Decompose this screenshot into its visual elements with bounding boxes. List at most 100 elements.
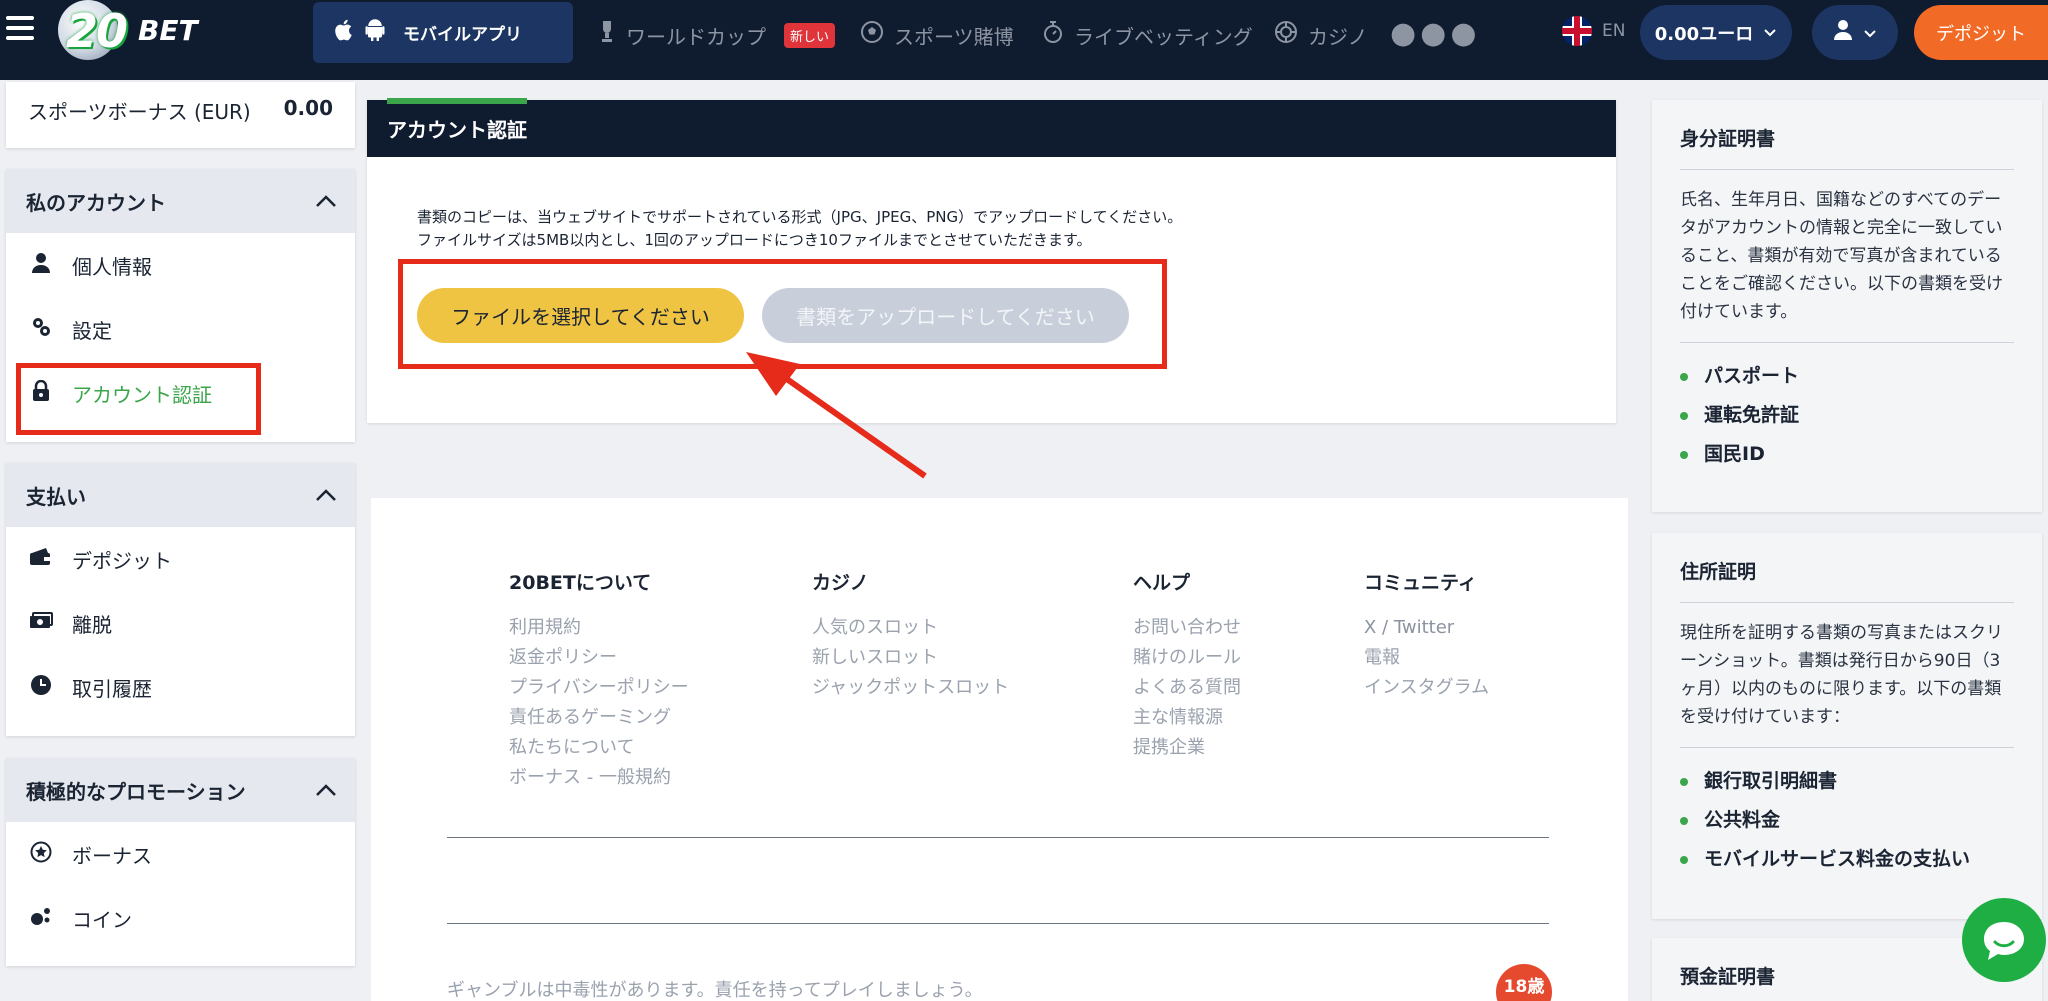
sidebar-item-settings[interactable]: 設定: [6, 297, 355, 361]
language-selector[interactable]: EN: [1562, 16, 1625, 46]
list-item-label: 運転免許証: [1704, 404, 1800, 426]
logo-text: BET: [138, 14, 198, 47]
nav-sports-betting-label: スポーツ賭博: [894, 24, 1014, 49]
instruction-line: 書類のコピーは、当ウェブサイトでサポートされている形式（JPG、JPEG、PNG…: [417, 208, 1183, 226]
footer-link[interactable]: 提携企業: [1133, 733, 1241, 763]
address-proof-card: 住所証明 現住所を証明する書類の写真またはスクリーンショット。書類は発行日から9…: [1652, 533, 2042, 919]
footer-column-about: 20BETについて 利用規約 返金ポリシー プライバシーポリシー 責任あるゲーミ…: [509, 568, 689, 793]
list-item: 公共料金: [1680, 801, 2014, 840]
casino-chip-icon: [1274, 20, 1298, 50]
nav-casino[interactable]: カジノ: [1274, 20, 1368, 50]
sidebar-item-withdrawal[interactable]: 離脱: [6, 591, 355, 655]
list-item-label: パスポート: [1704, 365, 1800, 387]
accepted-documents-list: 銀行取引明細書 公共料金 モバイルサービス料金の支払い: [1680, 762, 2014, 879]
section-title: 私のアカウント: [26, 190, 166, 215]
footer-link[interactable]: X / Twitter: [1364, 613, 1489, 643]
payments-header[interactable]: 支払い: [6, 463, 355, 527]
footer-column-community: コミュニティ X / Twitter 電報 インスタグラム: [1364, 568, 1489, 703]
footer-link[interactable]: プライバシーポリシー: [509, 673, 689, 703]
footer-link[interactable]: 返金ポリシー: [509, 643, 689, 673]
cash-icon: [28, 611, 54, 636]
footer-divider: [447, 923, 1549, 924]
footer-link[interactable]: 電報: [1364, 643, 1489, 673]
nav-sports-betting[interactable]: スポーツ賭博: [860, 20, 1014, 50]
balance-button[interactable]: 0.00ユーロ: [1640, 5, 1792, 60]
list-item: 国民ID: [1680, 435, 2014, 474]
footer-link[interactable]: ジャックポットスロット: [812, 673, 1009, 703]
hamburger-menu-icon[interactable]: [6, 16, 34, 40]
nav-casino-label: カジノ: [1308, 24, 1368, 49]
card-title: 住所証明: [1680, 533, 2014, 603]
site-footer: 20BETについて 利用規約 返金ポリシー プライバシーポリシー 責任あるゲーミ…: [371, 498, 1628, 1001]
footer-link[interactable]: 利用規約: [509, 613, 689, 643]
accepted-documents-list: パスポート 運転免許証 国民ID: [1680, 357, 2014, 474]
nav-live-betting[interactable]: ライブベッティング: [1042, 20, 1253, 50]
sidebar-item-personal-info[interactable]: 個人情報: [6, 233, 355, 297]
nav-world-cup-label: ワールドカップ: [626, 24, 766, 49]
person-icon: [28, 252, 54, 279]
soccer-ball-icon: [860, 20, 884, 50]
footer-link[interactable]: よくある質問: [1133, 673, 1241, 703]
sidebar-item-label: 個人情報: [72, 254, 152, 279]
bullet-icon: [1680, 450, 1688, 459]
footer-column-casino: カジノ 人気のスロット 新しいスロット ジャックポットスロット: [812, 568, 1009, 703]
promotions-header[interactable]: 積極的なプロモーション: [6, 758, 355, 822]
uk-flag-icon: [1562, 16, 1592, 46]
apple-icon: [335, 19, 355, 47]
balance-amount: 0.00ユーロ: [1654, 23, 1754, 45]
instruction-line: ファイルサイズは5MB以内とし、1回のアップロードにつき10ファイルまでとさせて…: [417, 231, 1092, 249]
list-item: 銀行取引明細書: [1680, 762, 2014, 801]
page-title: アカウント認証: [387, 118, 527, 142]
bullet-icon: [1680, 855, 1688, 864]
bullet-icon: [1680, 777, 1688, 786]
footer-link[interactable]: インスタグラム: [1364, 673, 1489, 703]
more-menu-icon[interactable]: ●●●: [1390, 16, 1481, 51]
mobile-app-button[interactable]: モバイルアプリ: [313, 2, 573, 63]
user-menu-button[interactable]: [1812, 5, 1898, 60]
bullet-icon: [1680, 411, 1688, 420]
sidebar-item-label: 離脱: [72, 612, 112, 637]
sidebar-item-transaction-history[interactable]: 取引履歴: [6, 655, 355, 719]
footer-link[interactable]: 私たちについて: [509, 733, 689, 763]
sports-bonus-label: スポーツボーナス (EUR): [28, 100, 251, 124]
sidebar-item-coins[interactable]: コイン: [6, 886, 355, 950]
list-item-label: モバイルサービス料金の支払い: [1704, 848, 1971, 870]
footer-link[interactable]: 人気のスロット: [812, 613, 1009, 643]
nav-world-cup[interactable]: ワールドカップ 新しい: [598, 20, 836, 50]
sidebar-item-label: ボーナス: [72, 843, 152, 868]
footer-link[interactable]: 責任あるゲーミング: [509, 703, 689, 733]
active-promotions-section: 積極的なプロモーション ボーナス コイン: [6, 758, 355, 966]
chat-bubble-icon: [1984, 922, 2024, 960]
age-restriction-badge: 18歳: [1496, 964, 1552, 1001]
sidebar-item-deposit[interactable]: デポジット: [6, 527, 355, 591]
user-icon: [1833, 19, 1853, 47]
footer-link[interactable]: 新しいスロット: [812, 643, 1009, 673]
header-accent: [387, 98, 527, 104]
android-icon: [365, 18, 385, 47]
section-title: 積極的なプロモーション: [26, 779, 246, 804]
footer-link[interactable]: 賭けのルール: [1133, 643, 1241, 673]
footer-column-title: カジノ: [812, 572, 869, 594]
deposit-button[interactable]: デポジット: [1914, 5, 2048, 60]
top-navigation-bar: 20 BET モバイルアプリ ワールドカップ 新しい スポーツ賭博 ライブベッテ…: [0, 0, 2048, 80]
footer-link[interactable]: 主な情報源: [1133, 703, 1241, 733]
chevron-up-icon: [315, 189, 337, 213]
chevron-down-icon: [1763, 22, 1777, 43]
stopwatch-icon: [1042, 20, 1064, 50]
wallet-icon: [28, 547, 54, 572]
card-title: 身分証明書: [1680, 100, 2014, 170]
coin-icon: [28, 905, 54, 932]
my-account-header[interactable]: 私のアカウント: [6, 169, 355, 233]
sidebar-item-label: 取引履歴: [72, 676, 152, 701]
site-logo[interactable]: 20 BET: [58, 0, 208, 62]
bullet-icon: [1680, 372, 1688, 381]
list-item: パスポート: [1680, 357, 2014, 396]
footer-link[interactable]: お問い合わせ: [1133, 613, 1241, 643]
footer-column-help: ヘルプ お問い合わせ 賭けのルール よくある質問 主な情報源 提携企業: [1133, 568, 1241, 763]
sidebar-item-bonus[interactable]: ボーナス: [6, 822, 355, 886]
list-item-label: 銀行取引明細書: [1704, 770, 1838, 792]
new-badge: 新しい: [784, 22, 836, 48]
live-chat-button[interactable]: [1962, 898, 2046, 982]
annotation-highlight-box: [16, 363, 261, 435]
footer-link[interactable]: ボーナス - 一般規約: [509, 763, 689, 793]
